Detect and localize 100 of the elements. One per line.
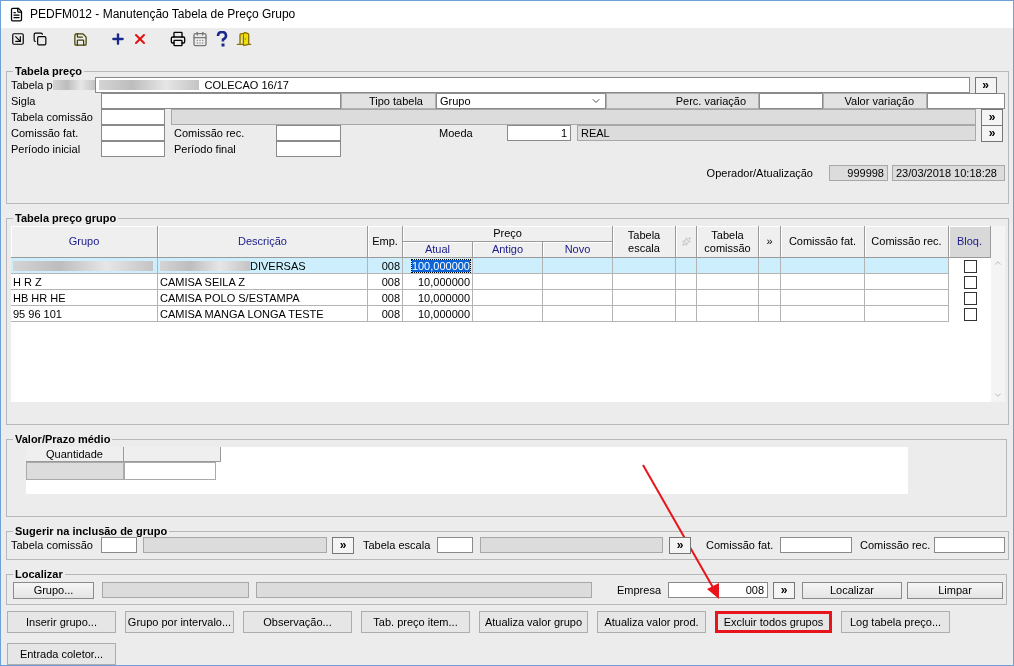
- table-cell: [697, 306, 759, 322]
- perc-variacao-field[interactable]: [759, 93, 823, 109]
- action-button[interactable]: Entrada coletor...: [7, 643, 116, 665]
- column-header[interactable]: Emp.: [368, 226, 403, 258]
- grupo-button[interactable]: Grupo...: [13, 581, 94, 599]
- field-label: Valor variação: [823, 93, 927, 109]
- calendar-icon[interactable]: [191, 30, 209, 49]
- tabela-escala-field[interactable]: [437, 537, 473, 553]
- column-header[interactable]: Comissão fat.: [781, 226, 865, 258]
- lookup-button[interactable]: »: [669, 536, 691, 554]
- localizar-button[interactable]: Localizar: [802, 581, 902, 599]
- tipo-tabela-dropdown[interactable]: Grupo: [436, 93, 606, 109]
- cell-text: CAMISA MANGA LONGA TESTE: [160, 307, 324, 320]
- empresa-field[interactable]: 008: [668, 582, 768, 598]
- printer-icon[interactable]: [169, 30, 187, 49]
- column-header[interactable]: Atual: [403, 242, 473, 258]
- field-label: Operador/Atualização: [706, 167, 813, 179]
- table-cell: [543, 258, 613, 274]
- panel-title: Tabela preço grupo: [14, 212, 118, 224]
- moeda-code-field[interactable]: 1: [507, 125, 571, 141]
- document-icon: [9, 6, 24, 22]
- table-cell: [676, 290, 697, 306]
- sparkle-icon: [681, 237, 691, 246]
- field-label: Sigla: [11, 95, 37, 107]
- lookup-button[interactable]: »: [773, 581, 795, 599]
- column-header[interactable]: Antigo: [473, 242, 543, 258]
- table-cell[interactable]: [124, 462, 216, 480]
- field-label: Tabela comissão: [11, 111, 94, 123]
- table-row[interactable]: 95 96 101 CAMISA MANGA LONGA TESTE 008 10,000000: [11, 306, 991, 322]
- sigla-field[interactable]: [101, 93, 341, 109]
- field-label: Empresa: [617, 584, 663, 596]
- action-button[interactable]: Atualiza valor grupo: [479, 611, 588, 633]
- cell-text: DIVERSAS: [250, 259, 306, 272]
- limpar-button[interactable]: Limpar: [907, 581, 1003, 599]
- field-label: Moeda: [439, 127, 474, 139]
- lookup-button[interactable]: »: [332, 536, 354, 554]
- comissao-rec-field[interactable]: [934, 537, 1005, 553]
- exit-door-icon[interactable]: [235, 30, 253, 49]
- column-header[interactable]: Novo: [543, 242, 613, 258]
- table-cell: [697, 274, 759, 290]
- tabela-comissao-field[interactable]: [101, 537, 137, 553]
- field-label: Comissão rec.: [174, 127, 246, 139]
- table-row[interactable]: HB HR HE CAMISA POLO S/ESTAMPA 008 10,000000: [11, 290, 991, 306]
- table-cell: 10,000000: [403, 290, 473, 306]
- table-cell: H R Z: [11, 274, 158, 290]
- checkbox[interactable]: [963, 307, 977, 321]
- field-label: Comissão fat.: [11, 127, 80, 139]
- table-cell: [676, 274, 697, 290]
- panel-title: Sugerir na inclusão de grupo: [14, 525, 169, 537]
- field-label: Tipo tabela: [341, 93, 436, 109]
- table-cell: [543, 274, 613, 290]
- periodo-final-field[interactable]: [276, 141, 341, 157]
- action-button[interactable]: Log tabela preço...: [841, 611, 950, 633]
- tabela-comissao-field[interactable]: [101, 109, 165, 125]
- save-icon[interactable]: [71, 30, 89, 49]
- panel-title: Valor/Prazo médio: [14, 433, 112, 445]
- table-cell: 008: [368, 290, 403, 306]
- comissao-fat-field[interactable]: [780, 537, 852, 553]
- column-header[interactable]: Descrição: [158, 226, 368, 258]
- table-cell: 10,000000: [403, 274, 473, 290]
- column-header[interactable]: Bloq.: [949, 226, 991, 258]
- action-button[interactable]: Observação...: [243, 611, 352, 633]
- checkbox[interactable]: [963, 275, 977, 289]
- table-cell: [759, 258, 781, 274]
- table-row[interactable]: H R Z CAMISA SEILA Z 008 10,000000: [11, 274, 991, 290]
- table-cell: 10,000000: [403, 306, 473, 322]
- table-cell: [697, 290, 759, 306]
- column-header[interactable]: [676, 226, 697, 258]
- field-label: Tabela escala: [363, 539, 432, 551]
- lookup-button[interactable]: »: [974, 76, 997, 94]
- column-header[interactable]: Grupo: [11, 226, 158, 258]
- field-label: Período inicial: [11, 143, 82, 155]
- table-cell: [676, 258, 697, 274]
- action-button[interactable]: Atualiza valor prod.: [597, 611, 706, 633]
- valor-variacao-field[interactable]: [927, 93, 1005, 109]
- column-header: Quantidade: [26, 447, 124, 462]
- column-header[interactable]: Tabela escala: [613, 226, 676, 258]
- column-header[interactable]: »: [759, 226, 781, 258]
- table-cell: [473, 306, 543, 322]
- action-button[interactable]: Excluir todos grupos: [715, 611, 832, 633]
- column-header[interactable]: Tabela comissão: [697, 226, 759, 258]
- panel-title: Localizar: [14, 568, 64, 580]
- table-cell: 008: [368, 306, 403, 322]
- checkbox[interactable]: [963, 259, 977, 273]
- field-label: Período final: [174, 143, 237, 155]
- comissao-fat-field[interactable]: [101, 125, 165, 141]
- action-button[interactable]: Grupo por intervalo...: [125, 611, 234, 633]
- tabela-field[interactable]: COLECAO 16/17: [94, 77, 970, 93]
- column-header[interactable]: Comissão rec.: [865, 226, 949, 258]
- table-cell: [473, 274, 543, 290]
- checkbox[interactable]: [963, 291, 977, 305]
- table-cell: 100,000000: [403, 258, 473, 274]
- table-cell: [613, 306, 676, 322]
- field-label: Tabela comissão: [11, 539, 94, 551]
- column-header[interactable]: Preço: [403, 226, 613, 242]
- periodo-inicial-field[interactable]: [101, 141, 165, 157]
- comissao-rec-field[interactable]: [276, 125, 341, 141]
- table-row[interactable]: DIVERSAS 008 100,000000: [11, 258, 991, 274]
- action-button[interactable]: Inserir grupo...: [7, 611, 116, 633]
- action-button[interactable]: Tab. preço item...: [361, 611, 470, 633]
